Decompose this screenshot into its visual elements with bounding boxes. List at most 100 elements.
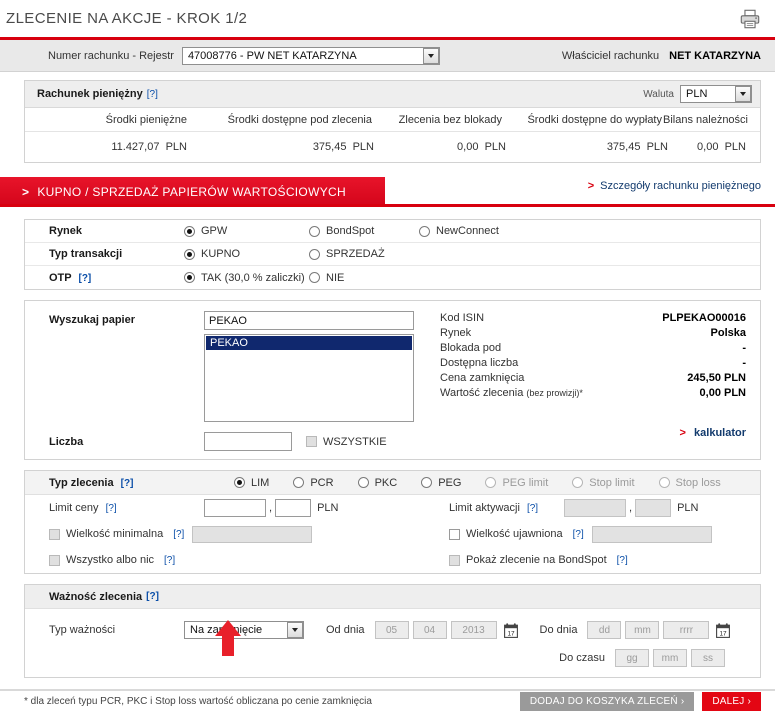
validity-help-icon[interactable]: [?] (146, 591, 159, 602)
show-on-bondspot-group: Pokaż zlecenie na BondSpot [?] (449, 554, 760, 566)
to-hour-input[interactable]: gg (615, 649, 649, 667)
radio-icon (184, 248, 195, 260)
search-paper-value: PEKAO (209, 314, 247, 327)
money-account-help-icon[interactable]: [?] (147, 89, 158, 100)
to-time-group: Do czasu gg mm ss (559, 649, 746, 667)
detail-key: Kod ISIN (440, 312, 485, 324)
order-type-help-icon[interactable]: [?] (121, 478, 134, 489)
row-liczba: Liczba WSZYSTKIE (49, 432, 440, 451)
checkbox-wielkosc-minimalna[interactable]: Wielkość minimalna [?] (49, 528, 184, 540)
footnote: * dla zleceń typu PCR, PKC i Stop loss w… (24, 695, 372, 707)
price-limit-integer-input[interactable] (204, 499, 266, 517)
checkbox-help-icon[interactable]: [?] (617, 555, 628, 566)
price-limit-decimal-input[interactable] (275, 499, 312, 517)
radio-icon (184, 225, 195, 237)
radio-icon (234, 477, 245, 488)
checkbox-pokaz-na-bondspot[interactable]: Pokaż zlecenie na BondSpot [?] (449, 554, 628, 566)
printer-icon (740, 9, 760, 28)
to-minute-input[interactable]: mm (653, 649, 687, 667)
radio-order-type-stop-loss[interactable]: Stop loss (658, 477, 721, 489)
row-do-czasu: Do czasu gg mm ss (25, 649, 760, 667)
radio-icon (572, 477, 584, 488)
currency-label: Waluta (643, 88, 674, 100)
quantity-label: Liczba (49, 435, 84, 448)
radio-order-type-stop-limit[interactable]: Stop limit (572, 477, 635, 489)
money-cell-unit: PLN (646, 141, 668, 153)
chevron-down-icon (422, 47, 439, 64)
checkbox-help-icon[interactable]: [?] (164, 555, 175, 566)
radio-label: LIM (251, 476, 270, 489)
checkbox-wielkosc-ujawniona[interactable]: Wielkość ujawniona [?] (449, 528, 584, 540)
radio-label: NIE (326, 271, 345, 284)
from-day-input[interactable]: 05 (374, 621, 409, 639)
to-month-input[interactable]: mm (625, 621, 660, 639)
calendar-icon[interactable]: 17 (716, 622, 731, 638)
radio-rynek-gpw[interactable]: GPW (184, 225, 309, 237)
radio-order-type-lim[interactable]: LIM (234, 477, 269, 489)
detail-row: Rynek Polska (440, 326, 746, 341)
money-table-header: Środki pieniężne Środki dostępne pod zle… (25, 108, 760, 132)
all-checkbox[interactable]: WSZYSTKIE (306, 436, 387, 448)
to-second-input[interactable]: ss (691, 649, 725, 667)
account-select-value: 47008776 - PW NET KATARZYNA (187, 49, 357, 62)
detail-key: Rynek (440, 327, 472, 339)
money-panel-wrap: Rachunek pieniężny [?] Waluta PLN Środki… (0, 72, 775, 163)
money-cell-unit: PLN (165, 141, 187, 153)
radio-order-type-pcr[interactable]: PCR (293, 477, 334, 489)
radio-otp-tak[interactable]: TAK (30,0 % zaliczki) (184, 272, 309, 284)
add-to-basket-button[interactable]: DODAJ DO KOSZYKA ZLECEŃ › (519, 691, 695, 711)
checkbox-label: Pokaż zlecenie na BondSpot (466, 554, 607, 566)
owner-label: Właściciel rachunku (561, 49, 660, 62)
from-month-input[interactable]: 04 (412, 621, 447, 639)
to-year-input[interactable]: rrrr (663, 621, 710, 639)
chevron-down-icon (735, 86, 751, 102)
price-limit-unit: PLN (317, 502, 339, 514)
from-year-input[interactable]: 2013 (450, 621, 497, 639)
radio-rynek-newconnect[interactable]: NewConnect (419, 225, 499, 237)
search-paper-input[interactable]: PEKAO (204, 311, 414, 330)
order-type-label-text: Typ zlecenia (49, 476, 114, 489)
print-button[interactable] (739, 8, 761, 30)
order-type-section: Typ zlecenia [?] LIM PCR PKC PEG PEG lim… (24, 470, 761, 574)
row-rynek: Rynek GPW BondSpot NewConnect (25, 220, 760, 243)
radio-kupno[interactable]: KUPNO (184, 248, 309, 260)
radio-order-type-peg-limit[interactable]: PEG limit (485, 477, 548, 489)
checkbox-help-icon[interactable]: [?] (573, 529, 584, 540)
buy-sell-banner-label: KUPNO / SPRZEDAŻ PAPIERÓW WARTOŚCIOWYCH (37, 185, 346, 199)
validity-type-select[interactable]: Na zamknięcie (184, 621, 304, 639)
banner-underline (0, 204, 775, 207)
next-button[interactable]: DALEJ › (702, 691, 761, 711)
to-day-input[interactable]: dd (587, 621, 622, 639)
price-limit-help-icon[interactable]: [?] (106, 503, 117, 514)
wielkosc-ujawniona-input[interactable] (591, 525, 712, 543)
rynek-label: Rynek (49, 225, 83, 237)
min-size-group: Wielkość minimalna [?] (49, 525, 449, 543)
account-owner: Właściciel rachunku NET KATARZYNA (562, 50, 761, 62)
radio-otp-nie[interactable]: NIE (309, 272, 344, 284)
radio-rynek-bondspot[interactable]: BondSpot (309, 225, 419, 237)
calendar-icon[interactable]: 17 (503, 622, 518, 638)
currency-select[interactable]: PLN (680, 85, 752, 103)
money-cell: 375,45 PLN (189, 141, 376, 153)
calculator-link[interactable]: > kalkulator (440, 427, 746, 439)
radio-order-type-peg[interactable]: PEG (421, 477, 461, 489)
activation-limit-help-icon[interactable]: [?] (527, 503, 538, 514)
activation-limit-integer-input[interactable] (564, 499, 626, 517)
activation-limit-decimal-input[interactable] (635, 499, 672, 517)
buy-sell-banner[interactable]: > KUPNO / SPRZEDAŻ PAPIERÓW WARTOŚCIOWYC… (0, 177, 385, 207)
account-select[interactable]: 47008776 - PW NET KATARZYNA (181, 46, 440, 65)
list-item[interactable]: PEKAO (206, 336, 412, 350)
account-details-link[interactable]: > Szczegóły rachunku pieniężnego (588, 180, 761, 192)
radio-order-type-pkc[interactable]: PKC (357, 477, 397, 489)
otp-help-icon[interactable]: [?] (78, 273, 91, 284)
all-checkbox-label: WSZYSTKIE (323, 435, 387, 448)
checkbox-help-icon[interactable]: [?] (173, 529, 184, 540)
quantity-input[interactable] (204, 432, 292, 451)
currency-select-value: PLN (686, 88, 708, 100)
to-time-label: Do czasu (559, 652, 605, 664)
radio-sprzedaz[interactable]: SPRZEDAŻ (309, 248, 385, 260)
wielkosc-minimalna-input[interactable] (192, 525, 313, 543)
instrument-listbox[interactable]: PEKAO (204, 334, 414, 422)
checkbox-wszystko-albo-nic[interactable]: Wszystko albo nic [?] (49, 554, 175, 566)
disclosed-size-group: Wielkość ujawniona [?] (449, 525, 760, 543)
